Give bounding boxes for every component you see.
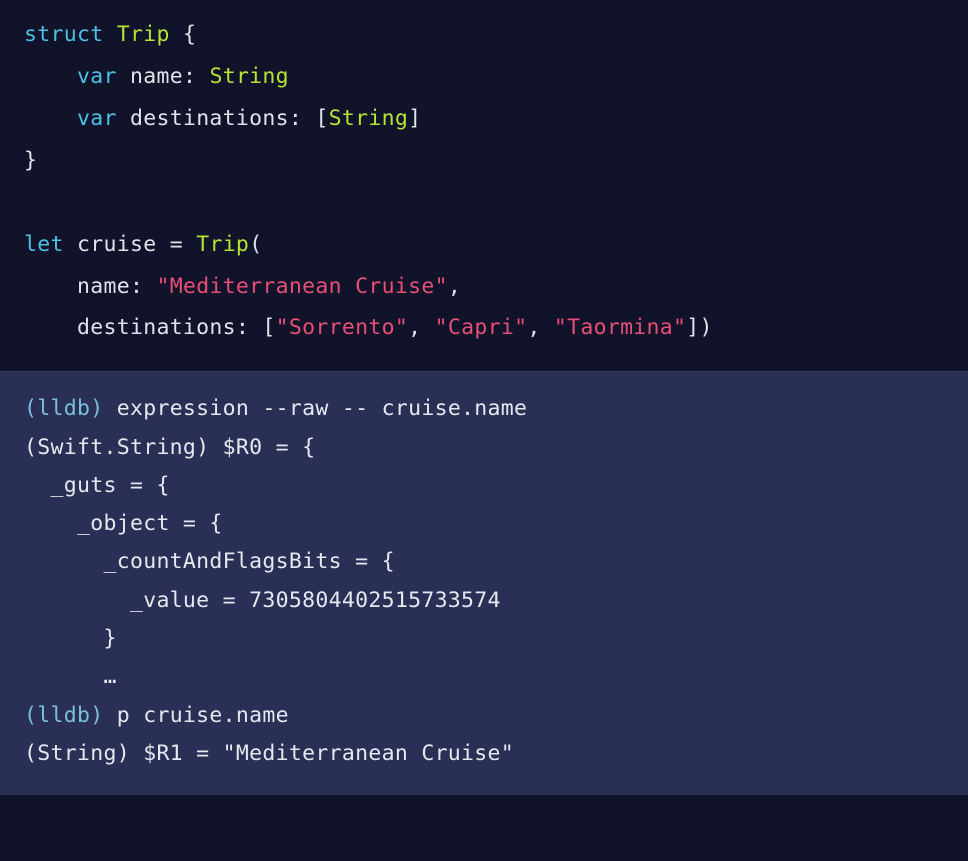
keyword-var: var xyxy=(77,106,117,131)
swift-source-code: struct Trip { var name: String var desti… xyxy=(0,0,968,371)
var-cruise: cruise xyxy=(77,232,156,257)
brace-close: } xyxy=(24,148,37,173)
comma: , xyxy=(448,274,461,299)
lldb-output-line: _value = 7305804402515733574 xyxy=(24,588,501,613)
lldb-output-line: (Swift.String) $R0 = { xyxy=(24,435,315,460)
lldb-output-line: … xyxy=(24,664,117,689)
type-trip-decl: Trip xyxy=(117,22,170,47)
bracket-close: ] xyxy=(686,315,699,340)
comma: , xyxy=(408,315,421,340)
lldb-output-line: _object = { xyxy=(24,511,223,536)
lldb-console: (lldb) expression --raw -- cruise.name (… xyxy=(0,371,968,795)
bracket-close: ] xyxy=(408,106,421,131)
lldb-output-line: _countAndFlagsBits = { xyxy=(24,549,395,574)
string-literal: "Taormina" xyxy=(554,315,686,340)
string-literal: "Mediterranean Cruise" xyxy=(156,274,447,299)
lldb-prompt: (lldb) xyxy=(24,703,103,728)
keyword-let: let xyxy=(24,232,64,257)
string-literal: "Capri" xyxy=(435,315,528,340)
bracket-open: [ xyxy=(262,315,275,340)
equals: = xyxy=(170,232,183,257)
lldb-output-line: _guts = { xyxy=(24,473,170,498)
type-string: String xyxy=(209,64,288,89)
arg-label-destinations: destinations: xyxy=(77,315,249,340)
type-trip: Trip xyxy=(196,232,249,257)
type-string: String xyxy=(329,106,408,131)
colon: : xyxy=(183,64,196,89)
lldb-command: expression --raw -- cruise.name xyxy=(103,396,527,421)
lldb-output-line: (String) $R1 = "Mediterranean Cruise" xyxy=(24,741,514,766)
paren-close: ) xyxy=(700,315,713,340)
code-block: struct Trip { var name: String var desti… xyxy=(24,14,944,349)
keyword-var: var xyxy=(77,64,117,89)
lldb-command: p cruise.name xyxy=(103,703,288,728)
string-literal: "Sorrento" xyxy=(276,315,408,340)
comma: , xyxy=(527,315,540,340)
bracket-open: [ xyxy=(315,106,328,131)
lldb-output-line: } xyxy=(24,626,117,651)
arg-label-name: name: xyxy=(77,274,143,299)
brace-open: { xyxy=(183,22,196,47)
field-name: name xyxy=(130,64,183,89)
colon: : xyxy=(289,106,302,131)
field-destinations: destinations xyxy=(130,106,289,131)
keyword-struct: struct xyxy=(24,22,103,47)
paren-open: ( xyxy=(249,232,262,257)
lldb-prompt: (lldb) xyxy=(24,396,103,421)
lldb-output: (lldb) expression --raw -- cruise.name (… xyxy=(24,390,944,773)
